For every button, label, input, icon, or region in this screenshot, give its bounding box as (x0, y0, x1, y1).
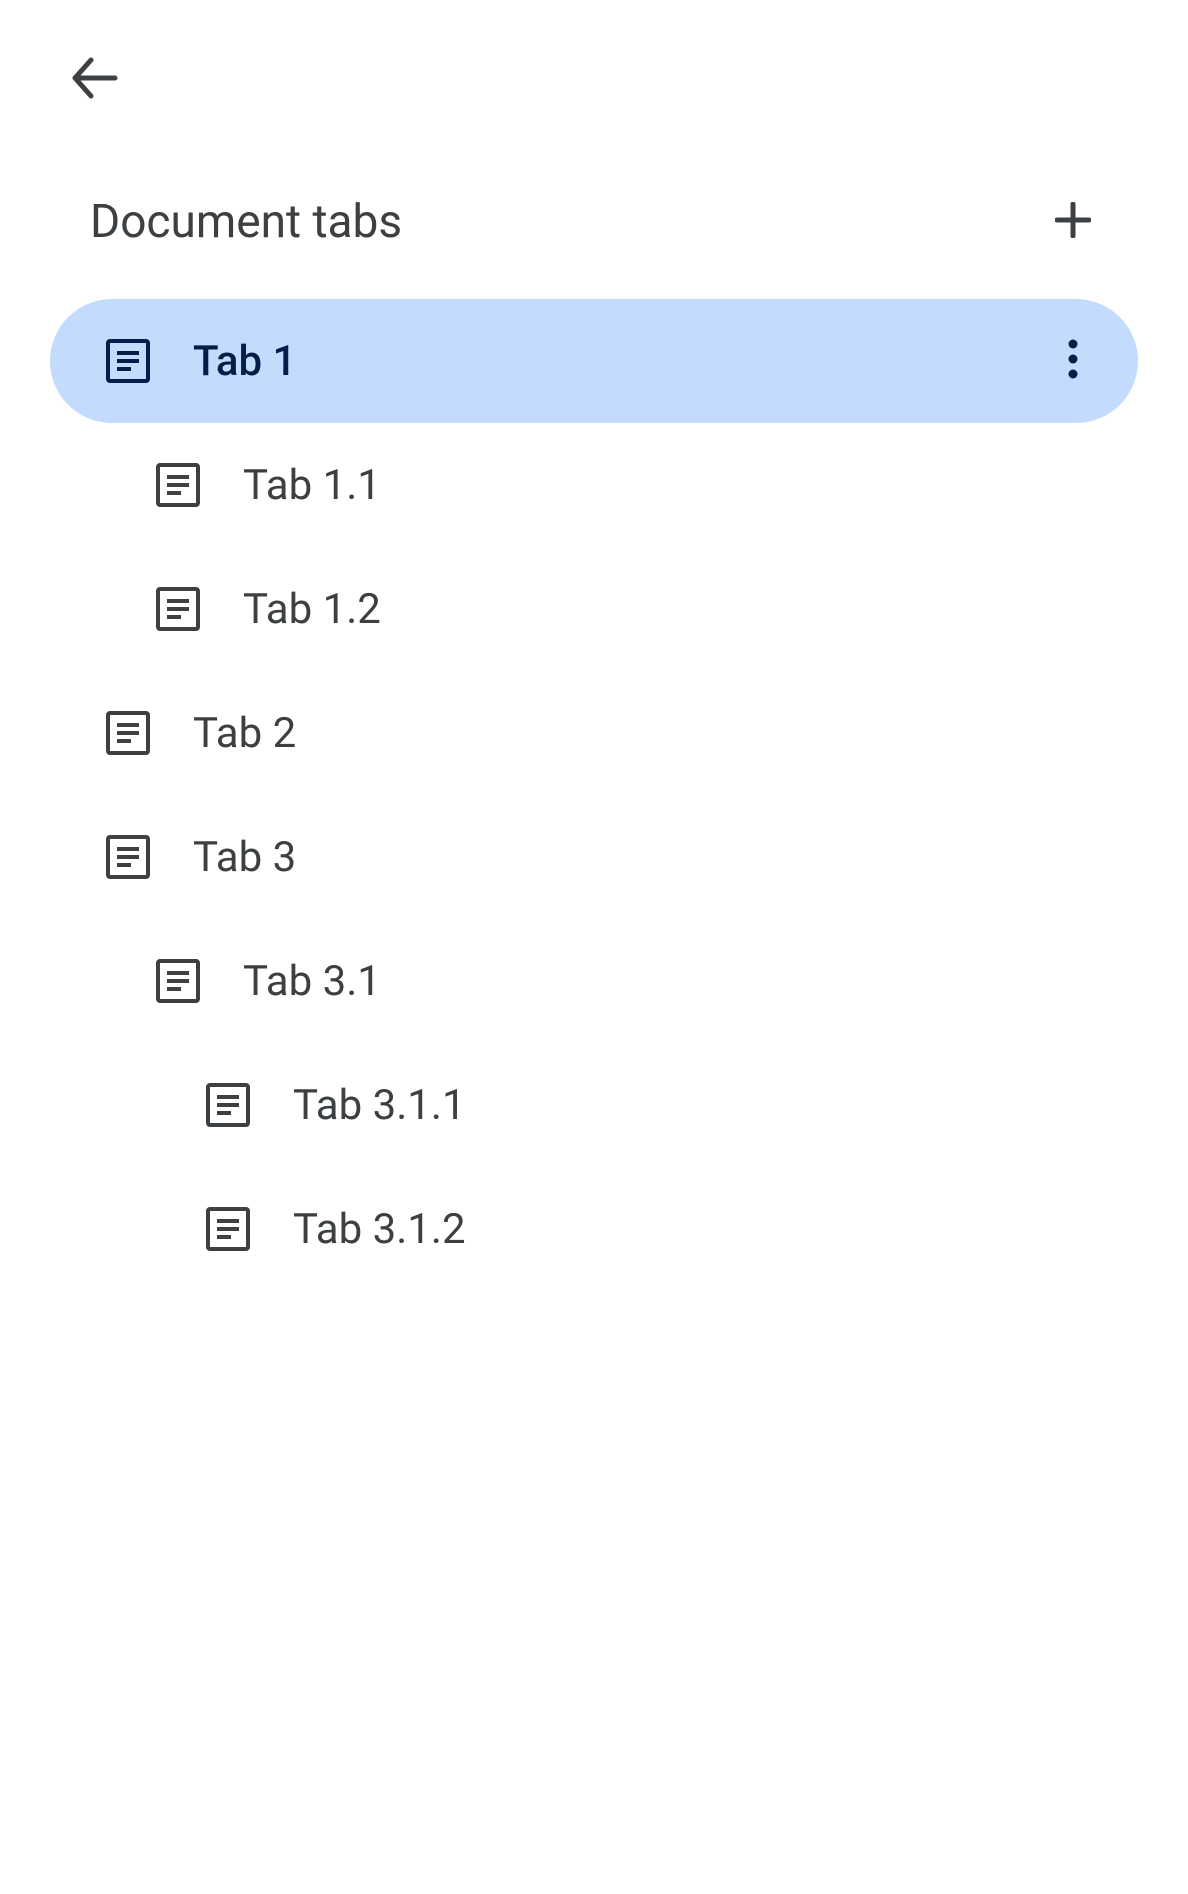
tab-item[interactable]: Tab 1.1 (50, 423, 1138, 547)
tab-label: Tab 1.1 (243, 461, 1138, 510)
add-tab-button[interactable] (1048, 197, 1098, 247)
tab-item[interactable]: Tab 3.1.2 (50, 1167, 1138, 1291)
tab-item[interactable]: Tab 2 (50, 671, 1138, 795)
document-icon (105, 338, 151, 384)
tab-label: Tab 1 (193, 337, 1048, 386)
arrow-left-icon (69, 52, 121, 108)
tab-label: Tab 3.1 (243, 957, 1138, 1006)
panel-header: Document tabs (50, 195, 1138, 299)
document-icon (205, 1206, 251, 1252)
tab-label: Tab 3.1.1 (293, 1081, 1138, 1130)
document-icon (105, 834, 151, 880)
back-button[interactable] (65, 50, 125, 110)
tab-item[interactable]: Tab 3.1.1 (50, 1043, 1138, 1167)
document-icon (155, 586, 201, 632)
document-icon (155, 462, 201, 508)
document-icon (155, 958, 201, 1004)
tab-label: Tab 3 (193, 833, 1138, 882)
tab-label: Tab 1.2 (243, 585, 1138, 634)
tabs-list: Tab 1 Tab 1.1 (50, 299, 1138, 1291)
tab-label: Tab 3.1.2 (293, 1205, 1138, 1254)
more-vertical-icon (1068, 339, 1078, 383)
tab-item[interactable]: Tab 1 (50, 299, 1138, 423)
tab-label: Tab 2 (193, 709, 1138, 758)
plus-icon (1055, 202, 1091, 242)
panel-title: Document tabs (90, 195, 402, 249)
tab-item[interactable]: Tab 3 (50, 795, 1138, 919)
document-icon (205, 1082, 251, 1128)
document-icon (105, 710, 151, 756)
tab-more-button[interactable] (1048, 336, 1098, 386)
tab-item[interactable]: Tab 1.2 (50, 547, 1138, 671)
tab-item[interactable]: Tab 3.1 (50, 919, 1138, 1043)
